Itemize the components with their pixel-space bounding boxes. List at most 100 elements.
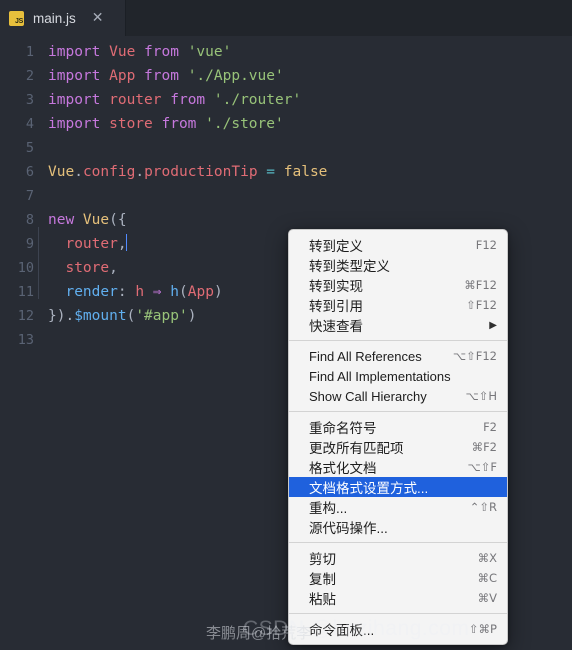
menu-item[interactable]: 更改所有匹配项 ⌘F2 xyxy=(289,437,507,457)
line-number: 7 xyxy=(25,188,34,204)
menu-item-shortcut: ⇧F12 xyxy=(466,298,497,312)
menu-item[interactable]: 转到定义 F12 xyxy=(289,235,507,255)
code-token: Vue xyxy=(82,212,110,228)
code-token: . xyxy=(135,164,145,180)
menu-separator xyxy=(289,340,507,341)
code-token: import xyxy=(48,116,110,132)
code-token: App xyxy=(187,284,214,300)
code-token: from xyxy=(135,44,188,60)
menu-item-shortcut: ⌥⇧F xyxy=(467,460,497,474)
code-token: from xyxy=(152,116,206,132)
line-number: 2 xyxy=(25,68,34,84)
menu-item-shortcut: F2 xyxy=(483,420,497,434)
code-token: }). xyxy=(48,308,75,324)
menu-item-shortcut: ⌥⇧H xyxy=(465,389,497,403)
code-token: : xyxy=(117,284,136,300)
code-token: config xyxy=(82,164,136,180)
menu-item[interactable]: 格式化文档 ⌥⇧F xyxy=(289,457,507,477)
menu-item[interactable]: 粘贴 ⌘V xyxy=(289,588,507,608)
tab-main-js[interactable]: JS main.js ✕ xyxy=(0,0,126,36)
close-icon[interactable]: ✕ xyxy=(92,11,104,25)
menu-item[interactable]: 文档格式设置方式... xyxy=(289,477,507,497)
code-line: 4 import store from './store' xyxy=(0,112,572,136)
menu-item-label: 转到类型定义 xyxy=(309,259,390,274)
text-cursor xyxy=(125,234,127,251)
code-text: import Vue from 'vue' xyxy=(48,40,572,64)
menu-item[interactable]: 转到实现 ⌘F12 xyxy=(289,275,507,295)
line-number: 4 xyxy=(25,116,34,132)
line-number: 12 xyxy=(17,308,34,324)
code-token: false xyxy=(283,164,328,180)
menu-item-label: 转到实现 xyxy=(309,279,363,294)
menu-item-label: 转到定义 xyxy=(309,239,363,254)
menu-item[interactable]: 转到类型定义 xyxy=(289,255,507,275)
menu-separator xyxy=(289,613,507,614)
code-token: productionTip xyxy=(144,164,258,180)
js-file-icon: JS xyxy=(9,10,24,26)
code-token: h xyxy=(170,284,179,300)
menu-item-label: 转到引用 xyxy=(309,299,363,314)
code-token: router xyxy=(109,92,162,108)
menu-separator xyxy=(289,542,507,543)
menu-item-shortcut: ⌘V xyxy=(477,591,497,605)
code-token: ) xyxy=(187,308,197,324)
menu-item-shortcut: ⌥⇧F12 xyxy=(452,349,497,363)
line-number: 1 xyxy=(25,44,34,60)
line-number: 8 xyxy=(25,212,34,228)
code-token: $mount xyxy=(74,308,127,324)
menu-item[interactable]: 转到引用 ⇧F12 xyxy=(289,295,507,315)
line-number: 10 xyxy=(17,260,34,276)
code-token: Vue xyxy=(109,44,136,60)
menu-item[interactable]: 命令面板... ⇧⌘P xyxy=(289,619,507,639)
code-token: from xyxy=(161,92,214,108)
line-number: 13 xyxy=(17,332,34,348)
code-token: store xyxy=(65,260,110,276)
menu-item[interactable]: 重命名符号 F2 xyxy=(289,417,507,437)
code-token: import xyxy=(48,92,110,108)
menu-item[interactable]: Find All Implementations xyxy=(289,366,507,386)
code-token: new xyxy=(48,212,83,228)
menu-item-label: 源代码操作... xyxy=(309,521,388,536)
code-line: 1 import Vue from 'vue' xyxy=(0,40,572,64)
tab-label: main.js xyxy=(33,10,76,26)
menu-item-label: 命令面板... xyxy=(309,623,375,638)
code-line: 3 import router from './router' xyxy=(0,88,572,112)
menu-item-shortcut: ⌘X xyxy=(477,551,497,565)
menu-separator xyxy=(289,411,507,412)
menu-item[interactable]: 剪切 ⌘X xyxy=(289,548,507,568)
code-text: Vue.config.productionTip = false xyxy=(48,160,572,184)
menu-item-label: 快速查看 xyxy=(309,319,363,334)
menu-item-label: 更改所有匹配项 xyxy=(309,441,404,456)
menu-item[interactable]: 源代码操作... xyxy=(289,517,507,537)
code-token: from xyxy=(135,68,188,84)
line-number: 9 xyxy=(25,236,34,252)
code-token: './store' xyxy=(205,116,284,132)
menu-item-label: Show Call Hierarchy xyxy=(309,388,427,404)
code-token: './App.vue' xyxy=(187,68,284,84)
code-line: 5 xyxy=(0,136,572,160)
menu-item-shortcut: ⌘F2 xyxy=(471,440,497,454)
menu-item[interactable]: 复制 ⌘C xyxy=(289,568,507,588)
menu-item[interactable]: 重构... ⌃⇧R xyxy=(289,497,507,517)
code-token: './router' xyxy=(213,92,302,108)
code-token: import xyxy=(48,44,110,60)
line-number: 11 xyxy=(17,284,34,300)
line-number: 3 xyxy=(25,92,34,108)
code-token: import xyxy=(48,68,110,84)
code-token: render xyxy=(65,284,118,300)
menu-item[interactable]: Show Call Hierarchy ⌥⇧H xyxy=(289,386,507,406)
menu-item-label: 重构... xyxy=(309,501,348,516)
code-text: import App from './App.vue' xyxy=(48,64,572,88)
code-token: h xyxy=(135,284,145,300)
code-text: import store from './store' xyxy=(48,112,572,136)
menu-item-label: 格式化文档 xyxy=(309,461,377,476)
code-token: ( xyxy=(179,284,188,300)
menu-item-label: 剪切 xyxy=(309,552,336,567)
vscode-window: JS main.js ✕ 1 import Vue from 'vue' 2 impo… xyxy=(0,0,572,650)
menu-item-shortcut: F12 xyxy=(475,238,497,252)
menu-item[interactable]: 快速查看 ▶ xyxy=(289,315,507,335)
code-token: . xyxy=(74,164,83,180)
menu-item[interactable]: Find All References ⌥⇧F12 xyxy=(289,346,507,366)
context-menu[interactable]: 转到定义 F12 转到类型定义 转到实现 ⌘F12 转到引用 ⇧F12 快速查看 ▶ Find A… xyxy=(288,229,508,645)
